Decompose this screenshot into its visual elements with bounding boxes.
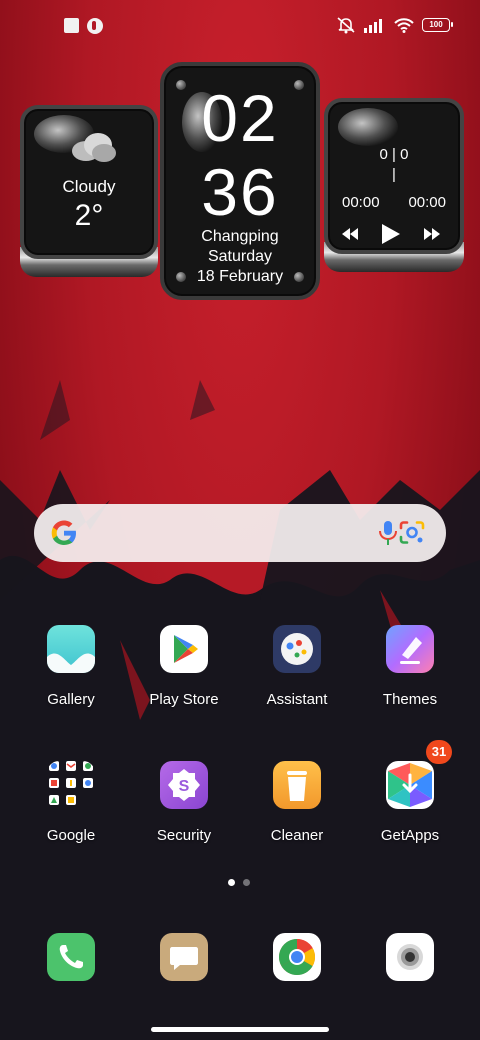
app-label: Gallery — [47, 691, 95, 708]
security-icon: S — [160, 761, 208, 809]
glass-reflection — [338, 108, 398, 146]
fast-forward-icon — [424, 228, 440, 240]
clock-hours: 02 — [201, 81, 279, 155]
cloudy-icon — [72, 133, 116, 162]
clock-widget-face: 02 36 Changping Saturday 18 February — [160, 62, 320, 300]
app-label: Play Store — [149, 691, 219, 708]
cleaner-icon — [273, 761, 321, 809]
page-dot-active[interactable] — [228, 879, 235, 886]
gesture-navigation-bar[interactable] — [151, 1027, 329, 1032]
weather-widget-face: Cloudy 2° — [20, 105, 158, 259]
messages-icon — [170, 947, 198, 970]
next-button[interactable] — [424, 228, 440, 240]
app-assistant[interactable]: Assistant — [247, 625, 347, 708]
app-label: Themes — [382, 691, 438, 708]
app-label: Security — [156, 827, 212, 844]
clock-weekday: Saturday — [207, 248, 273, 265]
app-themes[interactable]: Themes — [360, 625, 460, 708]
music-widget-face: 0 | 0 | 00:00 00:00 — [324, 98, 464, 254]
assistant-icon — [273, 625, 321, 673]
play-icon — [382, 224, 400, 244]
gallery-icon — [47, 625, 95, 673]
app-play-store[interactable]: Play Store — [134, 625, 234, 708]
app-label: Assistant — [266, 691, 328, 708]
clock-date: 18 February — [196, 268, 284, 285]
dock-chrome[interactable] — [273, 933, 321, 981]
system-icons: 100 — [336, 16, 453, 34]
clock-location: Changping — [201, 228, 279, 245]
status-bar: 100 — [0, 0, 480, 56]
voice-search-icon[interactable] — [376, 520, 400, 546]
google-search-bar[interactable] — [34, 504, 446, 562]
play-button[interactable] — [382, 224, 400, 244]
notification-square-icon — [64, 18, 79, 33]
clock-minutes: 36 — [201, 155, 279, 229]
svg-text:S: S — [179, 778, 190, 795]
phone-icon — [59, 945, 83, 969]
chrome-icon — [278, 939, 316, 976]
app-cleaner[interactable]: Cleaner — [247, 761, 347, 844]
rewind-icon — [342, 228, 358, 240]
camera-icon — [397, 944, 423, 970]
dock-camera[interactable] — [386, 933, 434, 981]
weather-condition: Cloudy — [62, 177, 116, 196]
google-folder-icon — [47, 761, 95, 809]
google-g-icon — [51, 520, 76, 545]
battery-icon: 100 — [422, 18, 453, 32]
signal-icon — [364, 19, 382, 33]
page-indicator[interactable] — [228, 879, 250, 886]
app-label: Cleaner — [270, 827, 324, 844]
notification-icons — [64, 18, 103, 34]
notification-badge: 31 — [426, 740, 452, 764]
google-lens-icon[interactable] — [398, 520, 426, 546]
app-label: GetApps — [380, 827, 440, 844]
dock-phone[interactable] — [47, 933, 95, 981]
page-dot[interactable] — [243, 879, 250, 886]
music-widget[interactable]: 0 | 0 | 00:00 00:00 — [324, 98, 464, 272]
music-divider: | — [392, 166, 396, 183]
wifi-icon — [394, 18, 414, 33]
app-getapps[interactable]: GetApps — [360, 761, 460, 844]
previous-button[interactable] — [342, 228, 358, 240]
music-duration: 00:00 — [408, 194, 446, 211]
app-gallery[interactable]: Gallery — [21, 625, 121, 708]
app-label: Google — [46, 827, 96, 844]
app-security[interactable]: S Security — [134, 761, 234, 844]
notification-app-icon — [87, 18, 103, 34]
app-folder-google[interactable]: Google — [21, 761, 121, 844]
play-store-icon — [160, 625, 208, 673]
clock-widget[interactable]: 02 36 Changping Saturday 18 February — [160, 62, 320, 300]
themes-icon — [386, 625, 434, 673]
music-controls — [342, 224, 440, 244]
music-elapsed: 00:00 — [342, 194, 380, 211]
weather-temperature: 2° — [74, 199, 104, 232]
music-times: 00:00 00:00 — [342, 194, 446, 211]
music-track-count: 0 | 0 — [379, 146, 409, 163]
getapps-icon — [386, 761, 434, 809]
weather-widget[interactable]: Cloudy 2° — [20, 105, 158, 277]
dock-messages[interactable] — [160, 933, 208, 981]
silent-mode-icon — [337, 17, 355, 34]
